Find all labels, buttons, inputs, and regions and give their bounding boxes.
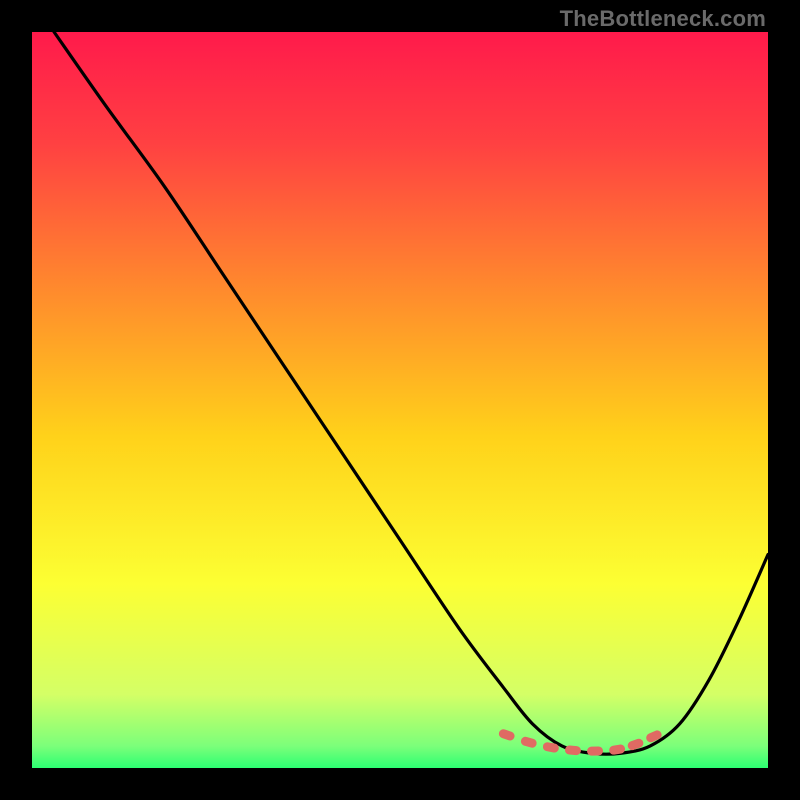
chart-frame bbox=[32, 32, 768, 768]
bottleneck-chart bbox=[32, 32, 768, 768]
watermark-label: TheBottleneck.com bbox=[560, 6, 766, 32]
marker-dash bbox=[587, 746, 603, 755]
gradient-background bbox=[32, 32, 768, 768]
